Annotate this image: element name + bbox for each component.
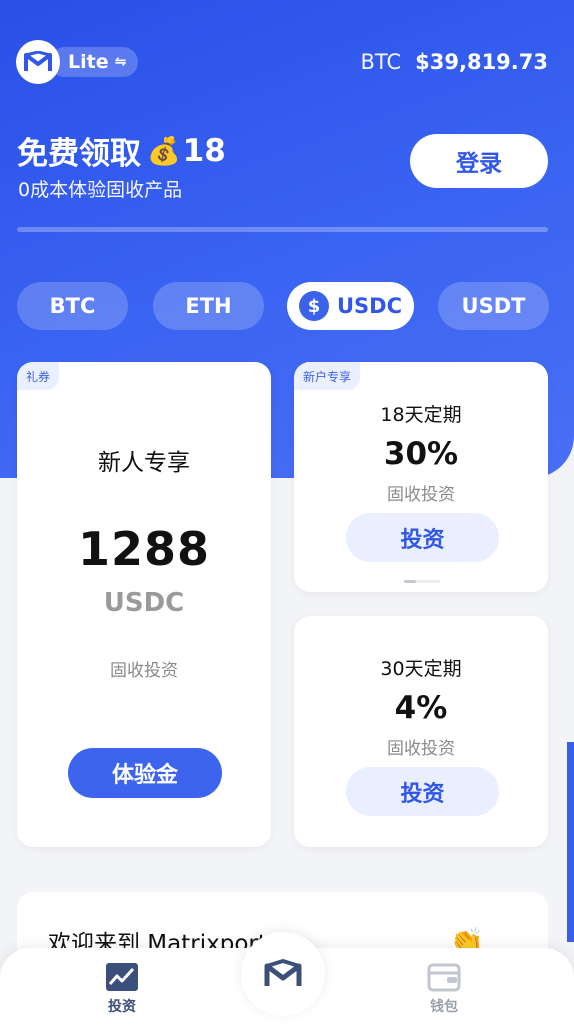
tab-usdt[interactable]: USDT bbox=[438, 282, 549, 330]
product-rate: 30% bbox=[383, 436, 459, 472]
edge-strip bbox=[567, 742, 574, 942]
lite-label: Lite bbox=[68, 51, 109, 73]
nav-invest[interactable]: 投资 bbox=[92, 962, 152, 1016]
product-term: 30天定期 bbox=[380, 658, 462, 680]
login-button[interactable]: 登录 bbox=[410, 134, 548, 188]
nav-wallet-label: 钱包 bbox=[430, 999, 458, 1015]
nav-wallet[interactable]: 钱包 bbox=[414, 962, 474, 1016]
price-value: $39,819.73 bbox=[415, 50, 548, 74]
tab-label: ETH bbox=[185, 294, 232, 318]
tab-label: USDT bbox=[461, 294, 526, 318]
promo-subtitle: 0成本体验固收产品 bbox=[18, 179, 183, 201]
voucher-tag: 礼券 bbox=[17, 362, 60, 390]
nav-invest-label: 投资 bbox=[108, 999, 136, 1015]
brand-switcher[interactable]: Lite ⇋ bbox=[16, 40, 139, 84]
promo-title-text: 免费领取 bbox=[17, 136, 141, 172]
hero-divider bbox=[17, 227, 548, 232]
tab-label: BTC bbox=[49, 294, 96, 318]
product-rate: 4% bbox=[394, 690, 448, 726]
carousel-indicator bbox=[404, 580, 440, 583]
money-bag-icon: 💰 bbox=[147, 135, 181, 167]
wallet-icon bbox=[427, 963, 461, 992]
product-type: 固收投资 bbox=[387, 739, 455, 759]
price-ticker: BTC $39,819.73 bbox=[360, 50, 548, 74]
promo-amount: 18 bbox=[182, 132, 226, 169]
voucher-type: 固收投资 bbox=[110, 661, 178, 681]
new-user-tag: 新户专享 bbox=[294, 362, 361, 390]
usdc-coin-icon: $ bbox=[298, 291, 329, 321]
product-type: 固收投资 bbox=[387, 485, 455, 505]
product-term: 18天定期 bbox=[380, 404, 462, 426]
trial-fund-button[interactable]: 体验金 bbox=[68, 748, 222, 798]
chart-line-icon bbox=[106, 963, 138, 991]
home-logo-button[interactable] bbox=[241, 932, 325, 1016]
tab-eth[interactable]: ETH bbox=[153, 282, 264, 330]
voucher-title: 新人专享 bbox=[98, 450, 190, 476]
tab-btc[interactable]: BTC bbox=[17, 282, 128, 330]
invest-button[interactable]: 投资 bbox=[346, 767, 499, 816]
matrixport-logo-icon bbox=[16, 40, 60, 84]
tab-label: USDC bbox=[336, 294, 403, 318]
promo-title: 免费领取 💰 18 bbox=[17, 128, 226, 173]
price-symbol: BTC bbox=[360, 50, 402, 74]
voucher-unit: USDC bbox=[103, 588, 185, 618]
voucher-amount: 1288 bbox=[77, 522, 211, 576]
lite-mode-toggle[interactable]: Lite ⇋ bbox=[50, 47, 139, 77]
matrixport-logo-icon bbox=[264, 959, 302, 986]
invest-button[interactable]: 投资 bbox=[346, 513, 499, 562]
swap-arrows-icon: ⇋ bbox=[114, 54, 127, 70]
tab-usdc[interactable]: $ USDC bbox=[287, 282, 414, 330]
